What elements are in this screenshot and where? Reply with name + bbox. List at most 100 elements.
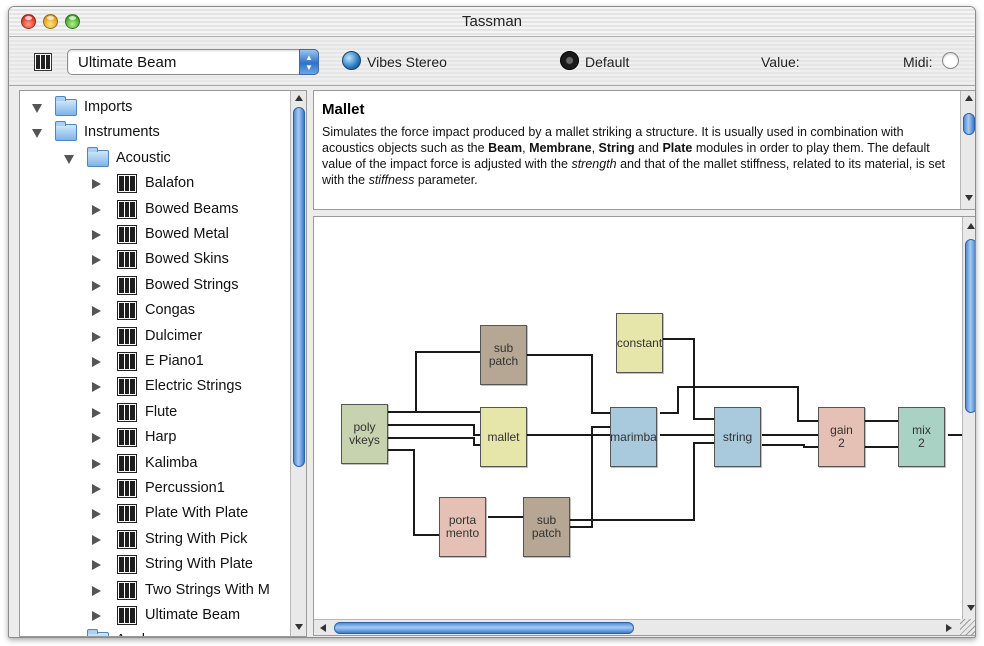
- patch-module-constant[interactable]: constant: [616, 313, 663, 373]
- description-scroll-thumb[interactable]: [963, 113, 975, 135]
- instrument-popup-label: Ultimate Beam: [78, 54, 177, 71]
- tree-item-instrument[interactable]: Kalimba: [20, 451, 290, 476]
- disclosure-open-icon[interactable]: [64, 154, 74, 164]
- sidebar-scroll-thumb[interactable]: [293, 107, 305, 467]
- disclosure-closed-icon[interactable]: [92, 458, 101, 469]
- tree-item-instrument[interactable]: Two Strings With M: [20, 578, 290, 603]
- disclosure-closed-icon[interactable]: [92, 230, 101, 240]
- tree-item-label: Instruments: [84, 124, 160, 141]
- tree-item-instrument[interactable]: String With Pick: [20, 527, 290, 552]
- piano-keyboard-icon: [117, 275, 137, 295]
- tree-folder-acoustic[interactable]: Acoustic: [20, 146, 290, 171]
- patch-module-subpatch-2[interactable]: sub patch: [523, 497, 570, 557]
- piano-keyboard-icon: [117, 428, 137, 448]
- patch-module-mallet[interactable]: mallet: [480, 407, 527, 467]
- tree-item-instrument[interactable]: Flute: [20, 400, 290, 425]
- sidebar-scrollbar[interactable]: [290, 91, 306, 636]
- tree-item-instrument[interactable]: String With Plate: [20, 552, 290, 577]
- tree-item-label: Harp: [145, 429, 177, 446]
- patch-module-mix2[interactable]: mix 2: [898, 407, 945, 467]
- tree-item-instrument[interactable]: Electric Strings: [20, 374, 290, 399]
- wire: [388, 449, 440, 536]
- disclosure-closed-icon[interactable]: [92, 560, 101, 571]
- disclosure-closed-icon[interactable]: [92, 484, 101, 494]
- tree-item-instrument[interactable]: Balafon: [20, 171, 290, 196]
- tree-item-instrument[interactable]: Bowed Metal: [20, 222, 290, 247]
- disclosure-closed-icon[interactable]: [92, 357, 101, 367]
- globe-icon[interactable]: [342, 51, 361, 70]
- disclosure-closed-icon[interactable]: [92, 509, 101, 520]
- disclosure-closed-icon[interactable]: [92, 534, 101, 545]
- wire: [415, 351, 482, 412]
- tree-item-instrument[interactable]: Bowed Beams: [20, 197, 290, 222]
- disclosure-closed-icon[interactable]: [92, 204, 101, 215]
- disclosure-closed-icon[interactable]: [92, 179, 101, 190]
- scroll-left-arrow-icon[interactable]: [320, 624, 326, 632]
- preset-label[interactable]: Default: [585, 54, 629, 70]
- tree-item-instrument[interactable]: Bowed Strings: [20, 273, 290, 298]
- scroll-up-arrow-icon[interactable]: [295, 95, 303, 101]
- disclosure-closed-icon[interactable]: [92, 255, 101, 266]
- description-scrollbar[interactable]: [960, 91, 975, 209]
- tree-item-instrument[interactable]: Harp: [20, 425, 290, 450]
- piano-keyboard-icon[interactable]: [34, 53, 52, 71]
- disclosure-open-icon[interactable]: [32, 129, 42, 139]
- canvas-vertical-scrollbar[interactable]: [962, 217, 975, 619]
- piano-keyboard-icon: [117, 301, 137, 321]
- toolbar: Ultimate Beam ▲ ▼ Vibes Stereo Default Va…: [9, 38, 975, 86]
- patch-module-gain2[interactable]: gain 2: [818, 407, 865, 467]
- scroll-down-arrow-icon[interactable]: [965, 195, 973, 201]
- title-bar[interactable]: Tassman: [9, 7, 975, 37]
- tree-item-label: Electric Strings: [145, 378, 242, 395]
- patch-module-subpatch-1[interactable]: sub patch: [480, 325, 527, 385]
- canvas-horizontal-scrollbar[interactable]: [314, 619, 962, 635]
- popup-arrows-icon[interactable]: ▲ ▼: [299, 49, 319, 75]
- patch-module-polyvkeys[interactable]: poly vkeys: [341, 404, 388, 464]
- tree-item-label: Imports: [84, 99, 133, 115]
- disclosure-closed-icon[interactable]: [92, 280, 101, 291]
- disclosure-open-icon[interactable]: [32, 104, 42, 113]
- disclosure-closed-icon[interactable]: [64, 636, 73, 637]
- disclosure-closed-icon[interactable]: [92, 433, 101, 444]
- tree-item-instrument[interactable]: E Piano1: [20, 349, 290, 374]
- window-resize-grip[interactable]: [960, 619, 975, 635]
- tree-item-label: Bowed Strings: [145, 276, 239, 293]
- tree-item-instrument[interactable]: Percussion1: [20, 476, 290, 501]
- disclosure-closed-icon[interactable]: [92, 306, 101, 317]
- tree-folder-imports[interactable]: Imports: [20, 95, 290, 120]
- tree-item-label: Ultimate Beam: [145, 607, 241, 623]
- description-segment: parameter.: [414, 173, 478, 187]
- instrument-popup[interactable]: Ultimate Beam ▲ ▼: [67, 49, 319, 75]
- patch-module-portamento[interactable]: porta mento: [439, 497, 486, 557]
- patch-canvas[interactable]: poly vkeys sub patch mallet porta mento …: [313, 216, 975, 636]
- scroll-right-arrow-icon[interactable]: [946, 624, 952, 632]
- disclosure-closed-icon[interactable]: [92, 407, 101, 418]
- disclosure-closed-icon[interactable]: [92, 585, 101, 596]
- midi-toggle[interactable]: [942, 52, 959, 69]
- disclosure-closed-icon[interactable]: [92, 382, 101, 393]
- scroll-up-arrow-icon[interactable]: [967, 223, 975, 229]
- tree-item-instrument[interactable]: Congas: [20, 298, 290, 323]
- tree-item-label: Kalimba: [145, 454, 198, 471]
- disclosure-closed-icon[interactable]: [92, 331, 101, 342]
- canvas-vertical-scroll-thumb[interactable]: [965, 239, 975, 413]
- tree-folder-analog[interactable]: Analog: [20, 628, 290, 637]
- scroll-up-arrow-icon[interactable]: [965, 95, 973, 101]
- patch-module-marimba[interactable]: marimba: [610, 407, 657, 467]
- scroll-down-arrow-icon[interactable]: [967, 605, 975, 611]
- disclosure-closed-icon[interactable]: [92, 611, 101, 621]
- tree-item-instrument[interactable]: Plate With Plate: [20, 501, 290, 526]
- value-label: Value:: [761, 54, 800, 70]
- tree-folder-instruments[interactable]: Instruments: [20, 120, 290, 145]
- tree-item-instrument[interactable]: Ultimate Beam: [20, 603, 290, 628]
- midi-label: Midi:: [903, 54, 933, 70]
- tree-item-instrument[interactable]: Dulcimer: [20, 324, 290, 349]
- patch-module-string[interactable]: string: [714, 407, 761, 467]
- canvas-horizontal-scroll-thumb[interactable]: [334, 622, 634, 634]
- scroll-down-arrow-icon[interactable]: [295, 624, 303, 630]
- preset-bank-label[interactable]: Vibes Stereo: [367, 54, 447, 70]
- description-bold-term: String: [598, 141, 635, 155]
- tree-item-instrument[interactable]: Bowed Skins: [20, 247, 290, 272]
- piano-keyboard-icon: [117, 326, 137, 346]
- knob-icon[interactable]: [560, 51, 579, 70]
